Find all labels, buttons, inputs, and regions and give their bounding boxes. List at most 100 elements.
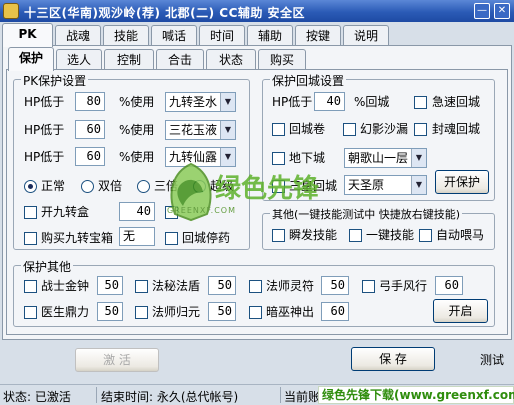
one-key-skill-checkbox[interactable]: [349, 229, 362, 242]
mode-double-radio[interactable]: [81, 180, 94, 193]
window-title: 十三区(华南)观沙岭(荐) 北郡(二) CC辅助 安全区: [24, 6, 306, 20]
tab-hotkeys[interactable]: 按键: [295, 25, 341, 46]
mode-double-label: 双倍: [98, 179, 123, 193]
status-state: 状态: 已激活: [3, 390, 71, 404]
buy-chest-input[interactable]: 无: [119, 227, 155, 246]
potion-select-2-value: 三花玉液: [169, 123, 218, 137]
watermark: 绿色先锋 GREENXF.COM: [163, 158, 319, 230]
tab-time[interactable]: 时间: [199, 25, 245, 46]
shaman-appear-checkbox[interactable]: [249, 306, 262, 319]
tab-combo[interactable]: 合击: [156, 49, 204, 70]
chevron-down-icon: ▼: [220, 93, 235, 111]
shaman-appear-input[interactable]: 60: [321, 302, 349, 321]
tab-battle-soul[interactable]: 战魂: [55, 25, 101, 46]
warrior-bell-checkbox[interactable]: [24, 280, 37, 293]
sub-tab-bar: 保护 选人 控制 合击 状态 购买: [0, 47, 514, 71]
potion-select-2[interactable]: 三花玉液 ▼: [165, 120, 236, 140]
tab-help[interactable]: 说明: [343, 25, 389, 46]
return-scroll-checkbox[interactable]: [272, 123, 285, 136]
enable-protect-other-button[interactable]: 开启: [433, 299, 488, 323]
tab-skills[interactable]: 技能: [103, 25, 149, 46]
title-bar: 十三区(华南)观沙岭(荐) 北郡(二) CC辅助 安全区 — ✕: [0, 0, 514, 22]
status-divider: [96, 387, 97, 403]
potion-select-1-value: 九转圣水: [169, 95, 218, 109]
chevron-down-icon: ▼: [411, 149, 426, 167]
mage-talisman-checkbox[interactable]: [249, 280, 262, 293]
mage-talisman-input[interactable]: 50: [321, 276, 349, 295]
potion-select-1[interactable]: 九转圣水 ▼: [165, 92, 236, 112]
activate-button[interactable]: 激 活: [75, 348, 159, 372]
city-stop-potion-checkbox[interactable]: [165, 232, 178, 245]
doctor-power-label: 医生鼎力: [41, 305, 90, 319]
watermark-url: GREENXF.COM: [167, 206, 236, 215]
one-key-skill-label: 一键技能: [366, 228, 415, 242]
tab-shout[interactable]: 喊话: [151, 25, 197, 46]
mage-shield-input[interactable]: 50: [208, 276, 236, 295]
save-button[interactable]: 保 存: [351, 347, 435, 371]
mage-shield-checkbox[interactable]: [135, 280, 148, 293]
mage-return-label: 法师归元: [152, 305, 201, 319]
underground-select[interactable]: 朝歌山一层 ▼: [344, 148, 427, 168]
three-emperor-select[interactable]: 天圣原 ▼: [344, 175, 427, 195]
hp-label-2: HP低于: [24, 123, 65, 137]
hp-threshold-input-3[interactable]: 60: [75, 147, 105, 166]
watermark-brand: 绿色先锋: [215, 174, 320, 204]
auto-feed-horse-checkbox[interactable]: [419, 229, 432, 242]
main-tab-bar: PK 战魂 技能 喊话 时间 辅助 按键 说明: [0, 23, 514, 47]
protect-other-title: 保护其他: [21, 258, 74, 275]
use-label-2: %使用: [119, 123, 155, 137]
tab-control[interactable]: 控制: [104, 49, 154, 70]
warrior-bell-input[interactable]: 50: [97, 276, 123, 295]
return-scroll-label: 回城卷: [289, 122, 326, 136]
hp-threshold-input-2[interactable]: 60: [75, 120, 105, 139]
urgent-return-checkbox[interactable]: [414, 96, 427, 109]
buy-chest-checkbox[interactable]: [24, 232, 37, 245]
doctor-power-checkbox[interactable]: [24, 306, 37, 319]
tab-status[interactable]: 状态: [206, 49, 256, 70]
mage-talisman-label: 法师灵符: [266, 279, 315, 293]
nine-turn-box-input[interactable]: 40: [119, 202, 155, 221]
archer-wind-checkbox[interactable]: [362, 280, 375, 293]
shaman-appear-label: 暗巫神出: [266, 305, 315, 319]
use-label-3: %使用: [119, 150, 155, 164]
instant-skill-checkbox[interactable]: [272, 229, 285, 242]
mage-shield-label: 法秘法盾: [152, 279, 201, 293]
archer-wind-input[interactable]: 60: [435, 276, 463, 295]
archer-wind-label: 弓手风行: [379, 279, 428, 293]
seal-soul-return-label: 封魂回城: [432, 122, 481, 136]
nine-turn-box-label: 开九转盒: [41, 205, 90, 219]
return-city-title: 保护回城设置: [270, 72, 347, 89]
underground-select-value: 朝歌山一层: [348, 151, 409, 165]
nine-turn-box-checkbox[interactable]: [24, 206, 37, 219]
hp-label-1: HP低于: [24, 95, 65, 109]
tab-protect[interactable]: 保护: [8, 47, 54, 71]
return-hp-input[interactable]: 40: [314, 92, 345, 111]
chevron-down-icon: ▼: [220, 121, 235, 139]
test-label[interactable]: 测试: [480, 352, 504, 368]
tab-purchase[interactable]: 购买: [258, 49, 306, 70]
city-stop-potion-label: 回城停药: [182, 231, 231, 245]
minimize-button[interactable]: —: [474, 3, 490, 19]
start-protect-button[interactable]: 开保护: [435, 170, 489, 194]
mode-normal-radio[interactable]: [24, 180, 37, 193]
warrior-bell-label: 战士金钟: [41, 279, 90, 293]
mage-return-checkbox[interactable]: [135, 306, 148, 319]
doctor-power-input[interactable]: 50: [97, 302, 123, 321]
three-emperor-select-value: 天圣原: [348, 178, 385, 192]
mode-triple-radio[interactable]: [137, 180, 150, 193]
use-label-1: %使用: [119, 95, 155, 109]
tab-select-target[interactable]: 选人: [56, 49, 102, 70]
mage-return-input[interactable]: 50: [208, 302, 236, 321]
tab-assist[interactable]: 辅助: [247, 25, 293, 46]
urgent-return-label: 急速回城: [432, 95, 481, 109]
tab-pk[interactable]: PK: [2, 23, 53, 47]
chevron-down-icon: ▼: [411, 176, 426, 194]
seal-soul-return-checkbox[interactable]: [414, 123, 427, 136]
status-end-time: 结束时间: 永久(总代帐号): [101, 390, 239, 404]
return-pct-label: %回城: [354, 95, 390, 109]
phantom-sand-checkbox[interactable]: [343, 123, 356, 136]
footer-watermark: 绿色先锋下载(www.greenxf.com): [318, 386, 514, 404]
hp-threshold-input-1[interactable]: 80: [75, 92, 105, 111]
auto-feed-horse-label: 自动喂马: [436, 228, 485, 242]
close-button[interactable]: ✕: [494, 3, 510, 19]
